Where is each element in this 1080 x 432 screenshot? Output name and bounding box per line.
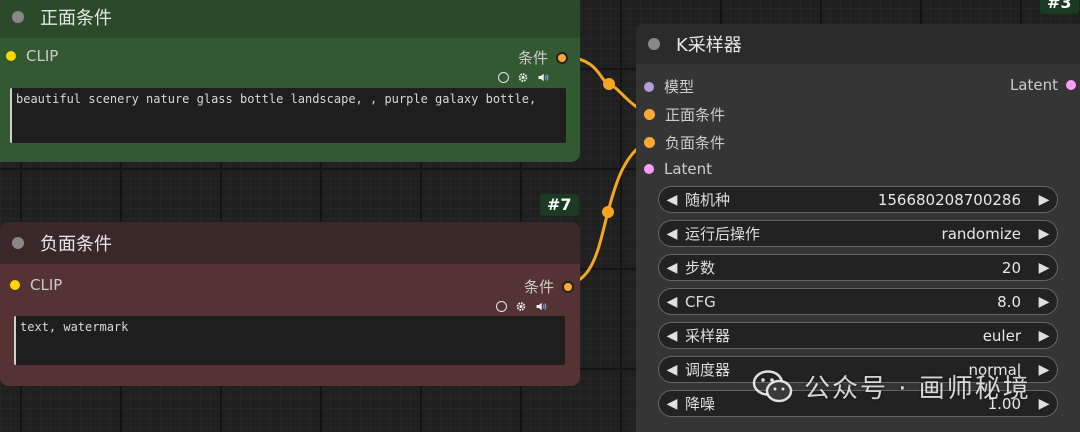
increment-arrow-icon[interactable]: ▶ <box>1031 362 1057 378</box>
increment-arrow-icon[interactable]: ▶ <box>1031 328 1057 344</box>
sampler-name-widget[interactable]: ◀ 采样器 euler ▶ <box>658 322 1058 349</box>
positive-input-slot[interactable]: 正面条件 <box>644 104 725 125</box>
decrement-arrow-icon[interactable]: ◀ <box>659 396 685 412</box>
increment-arrow-icon[interactable]: ▶ <box>1031 396 1057 412</box>
latent-slot-dot-icon[interactable] <box>1066 80 1076 90</box>
latent-input-label: Latent <box>664 160 713 178</box>
speaker-icon[interactable] <box>537 71 549 83</box>
clip-input-slot[interactable]: CLIP <box>10 276 62 294</box>
clip-slot-dot-icon[interactable] <box>10 280 20 290</box>
latent-slot-dot-icon[interactable] <box>644 164 654 174</box>
conditioning-output-slot[interactable]: 条件 <box>524 276 574 297</box>
positive-prompt-textarea[interactable]: beautiful scenery nature glass bottle la… <box>10 88 566 143</box>
prompt-tool-icons <box>498 71 549 83</box>
latent-input-slot[interactable]: Latent <box>644 160 712 178</box>
watermark: 公众号 · 画师秘境 <box>752 368 1031 405</box>
steps-widget[interactable]: ◀ 步数 20 ▶ <box>658 254 1058 281</box>
widget-label: CFG <box>685 292 716 311</box>
link-positive-reroute <box>603 78 615 90</box>
widget-value: euler <box>982 326 1021 345</box>
widget-label: 随机种 <box>685 191 731 209</box>
positive-condition-node[interactable]: 正面条件 CLIP 条件 beautiful scenery nature gl… <box>0 0 580 162</box>
widget-value: 8.0 <box>997 292 1021 311</box>
positive-node-title: 正面条件 <box>40 8 112 29</box>
model-input-slot[interactable]: 模型 <box>644 76 694 97</box>
collapse-dot-icon[interactable] <box>648 38 660 50</box>
conditioning-output-label: 条件 <box>517 49 548 67</box>
control-after-generate-widget[interactable]: ◀ 运行后操作 randomize ▶ <box>658 220 1058 247</box>
widget-label: 采样器 <box>685 327 731 345</box>
conditioning-output-label: 条件 <box>523 278 554 296</box>
sampler-node-id-badge: #3 <box>1040 0 1079 14</box>
negative-input-label: 负面条件 <box>665 134 726 152</box>
speaker-icon[interactable] <box>535 300 547 312</box>
increment-arrow-icon[interactable]: ▶ <box>1031 294 1057 310</box>
gear-icon[interactable] <box>515 300 527 312</box>
clip-input-label: CLIP <box>30 276 63 294</box>
positive-node-title-bar[interactable]: 正面条件 <box>0 0 580 38</box>
negative-input-slot[interactable]: 负面条件 <box>644 132 725 153</box>
decrement-arrow-icon[interactable]: ◀ <box>659 328 685 344</box>
decrement-arrow-icon[interactable]: ◀ <box>659 260 685 276</box>
sampler-node-title: K采样器 <box>676 35 742 56</box>
conditioning-slot-dot-icon[interactable] <box>562 280 574 293</box>
widget-label: 运行后操作 <box>685 225 761 243</box>
widget-value: randomize <box>941 224 1021 243</box>
conditioning-output-slot[interactable]: 条件 <box>518 47 568 68</box>
seed-widget[interactable]: ◀ 随机种 156680208700286 ▶ <box>658 186 1058 213</box>
model-slot-dot-icon[interactable] <box>644 81 654 92</box>
clip-slot-dot-icon[interactable] <box>6 51 16 61</box>
widget-value: 156680208700286 <box>877 190 1021 209</box>
widget-value: 20 <box>1001 258 1021 277</box>
cfg-widget[interactable]: ◀ CFG 8.0 ▶ <box>658 288 1058 315</box>
decrement-arrow-icon[interactable]: ◀ <box>659 192 685 208</box>
widget-label: 步数 <box>685 259 716 277</box>
watermark-text: 公众号 · 画师秘境 <box>804 374 1031 404</box>
increment-arrow-icon[interactable]: ▶ <box>1031 260 1057 276</box>
gear-icon[interactable] <box>517 71 529 83</box>
prompt-tool-icons <box>496 300 547 312</box>
decrement-arrow-icon[interactable]: ◀ <box>659 294 685 310</box>
clip-input-slot[interactable]: CLIP <box>6 47 58 65</box>
negative-node-title-bar[interactable]: 负面条件 <box>0 222 580 264</box>
sampler-node-title-bar[interactable]: K采样器 <box>636 24 1080 64</box>
negative-node-title: 负面条件 <box>40 234 112 255</box>
negative-prompt-textarea[interactable]: text, watermark <box>14 316 565 365</box>
decrement-arrow-icon[interactable]: ◀ <box>659 362 685 378</box>
circle-toggle-icon[interactable] <box>498 71 509 83</box>
circle-toggle-icon[interactable] <box>496 300 507 312</box>
decrement-arrow-icon[interactable]: ◀ <box>659 226 685 242</box>
negative-node-id-badge: #7 <box>540 194 579 216</box>
wechat-icon <box>752 369 793 402</box>
conditioning-slot-dot-icon[interactable] <box>644 137 655 148</box>
latent-output-slot[interactable]: Latent <box>996 76 1076 94</box>
conditioning-slot-dot-icon[interactable] <box>644 109 655 120</box>
link-negative-reroute <box>602 206 614 218</box>
conditioning-slot-dot-icon[interactable] <box>556 51 568 64</box>
collapse-dot-icon[interactable] <box>12 237 24 249</box>
clip-input-label: CLIP <box>26 47 59 65</box>
positive-input-label: 正面条件 <box>665 106 726 124</box>
increment-arrow-icon[interactable]: ▶ <box>1031 192 1057 208</box>
negative-condition-node[interactable]: 负面条件 CLIP 条件 text, watermark <box>0 222 580 386</box>
increment-arrow-icon[interactable]: ▶ <box>1031 226 1057 242</box>
model-input-label: 模型 <box>664 78 695 96</box>
collapse-dot-icon[interactable] <box>12 11 24 23</box>
latent-output-label: Latent <box>1009 76 1058 94</box>
